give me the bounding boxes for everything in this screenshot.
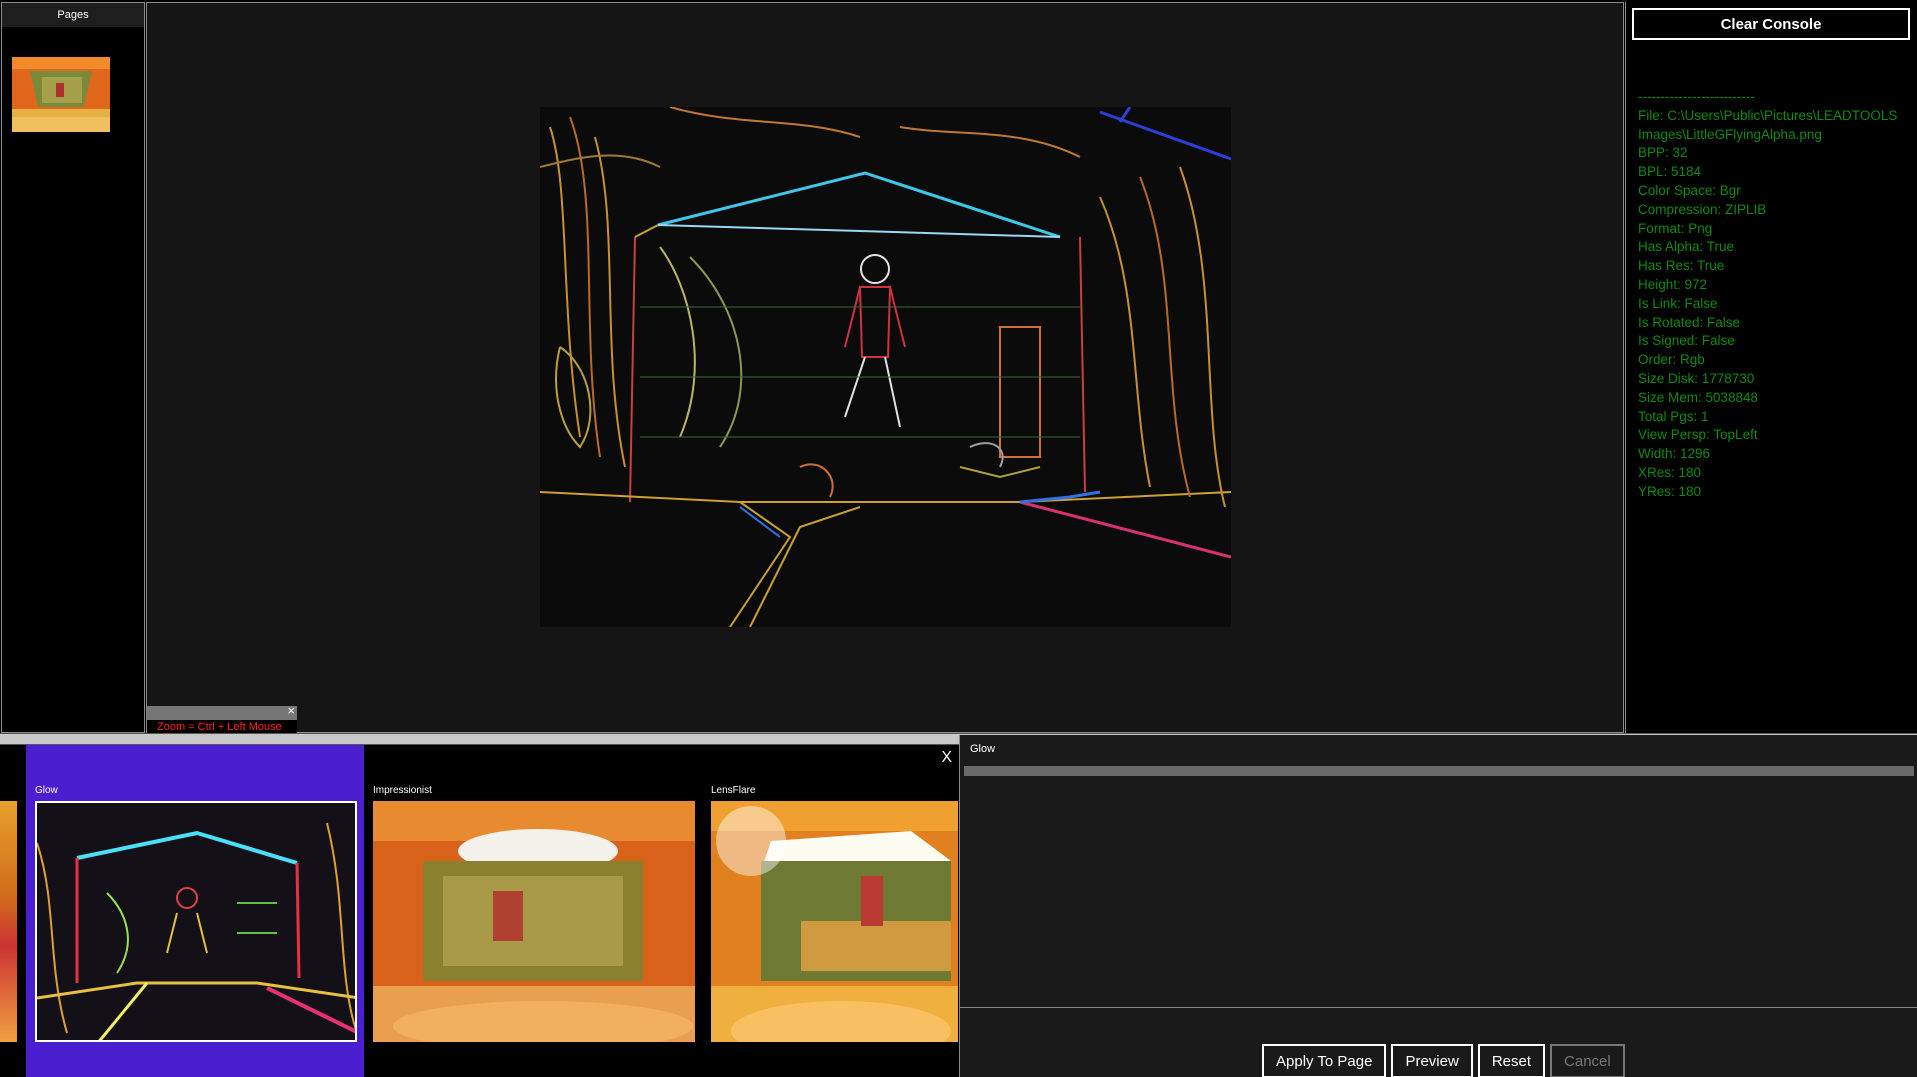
divider: [960, 1007, 1917, 1008]
console-line: Has Res: True: [1638, 258, 1725, 274]
console-line: Format: Png: [1638, 220, 1713, 236]
reset-button[interactable]: Reset: [1477, 1044, 1546, 1077]
effect-lensflare[interactable]: LensFlare: [702, 745, 958, 1077]
close-icon[interactable]: ×: [287, 704, 295, 718]
page-thumbnail[interactable]: [12, 57, 110, 132]
console-line: YRes: 180: [1638, 483, 1702, 499]
effect-title: Glow: [970, 743, 996, 755]
console-line: View Persp: TopLeft: [1638, 427, 1758, 443]
effect-parameter-bar[interactable]: [964, 766, 1914, 776]
console-line: Height: 972: [1638, 276, 1708, 292]
console-line: Width: 1296: [1638, 446, 1711, 462]
image-viewer[interactable]: × Zoom = Ctrl + Left Mouse: [146, 2, 1624, 734]
console-line: Total Pgs: 1: [1638, 408, 1709, 424]
effect-properties-panel: Glow Apply To Page Preview Reset Cancel: [959, 735, 1917, 1077]
console-line: Color Space: Bgr: [1638, 182, 1741, 198]
console-line: Compression: ZIPLIB: [1638, 201, 1767, 217]
console-line: Is Signed: False: [1638, 333, 1735, 349]
cancel-button: Cancel: [1550, 1044, 1625, 1077]
effect-thumbnail-lensflare[interactable]: [711, 801, 958, 1042]
console-line: Order: Rgb: [1638, 352, 1705, 368]
clear-console-button[interactable]: Clear Console: [1632, 8, 1910, 40]
console-line: BPP: 32: [1638, 145, 1688, 161]
console-line: Is Link: False: [1638, 295, 1718, 311]
console-line: BPL: 5184: [1638, 164, 1702, 180]
effect-label: Impressionist: [373, 785, 432, 796]
action-buttons: Apply To Page Preview Reset Cancel: [1262, 1044, 1625, 1077]
effects-gallery[interactable]: Glow Impressionist LensFlare X: [0, 745, 958, 1077]
console-line: Size Disk: 1778730: [1638, 370, 1755, 386]
main-image-glow[interactable]: [540, 107, 1231, 627]
apply-to-page-button[interactable]: Apply To Page: [1262, 1044, 1387, 1077]
effect-thumbnail-impressionist[interactable]: [373, 801, 695, 1042]
effect-thumbnail-glow[interactable]: [35, 801, 357, 1042]
console-line: Size Mem: 5038848: [1638, 389, 1759, 405]
console-line: Is Rotated: False: [1638, 314, 1741, 330]
effect-label: Glow: [35, 785, 58, 796]
console-line: XRes: 180: [1638, 464, 1702, 480]
preview-button[interactable]: Preview: [1391, 1044, 1473, 1077]
pages-header: Pages: [2, 3, 144, 27]
zoom-hint-text: Zoom = Ctrl + Left Mouse: [147, 720, 297, 734]
zoom-hint-popup: × Zoom = Ctrl + Left Mouse: [147, 704, 297, 734]
console-line: Images\LittleGFlyingAlpha.png: [1638, 126, 1822, 142]
console-panel: Clear Console --------------------------…: [1625, 2, 1917, 733]
console-line: Has Alpha: True: [1638, 239, 1735, 255]
app-window: Pages × Zoom = Ctrl + Left Mouse Clear C…: [0, 0, 1917, 1077]
partial-effect-thumbnail[interactable]: [0, 801, 17, 1042]
effect-label: LensFlare: [711, 785, 756, 796]
console-line: --------------------------: [1638, 89, 1755, 104]
effect-glow[interactable]: Glow: [26, 745, 364, 1077]
close-gallery-button[interactable]: X: [941, 749, 952, 767]
console-line: File: C:\Users\Public\Pictures\LEADTOOLS: [1638, 107, 1898, 123]
console-output: -------------------------- File: C:\Users…: [1638, 88, 1914, 502]
zoom-hint-bar: ×: [147, 704, 297, 720]
pages-panel: Pages: [1, 2, 145, 733]
effect-impressionist[interactable]: Impressionist: [364, 745, 702, 1077]
